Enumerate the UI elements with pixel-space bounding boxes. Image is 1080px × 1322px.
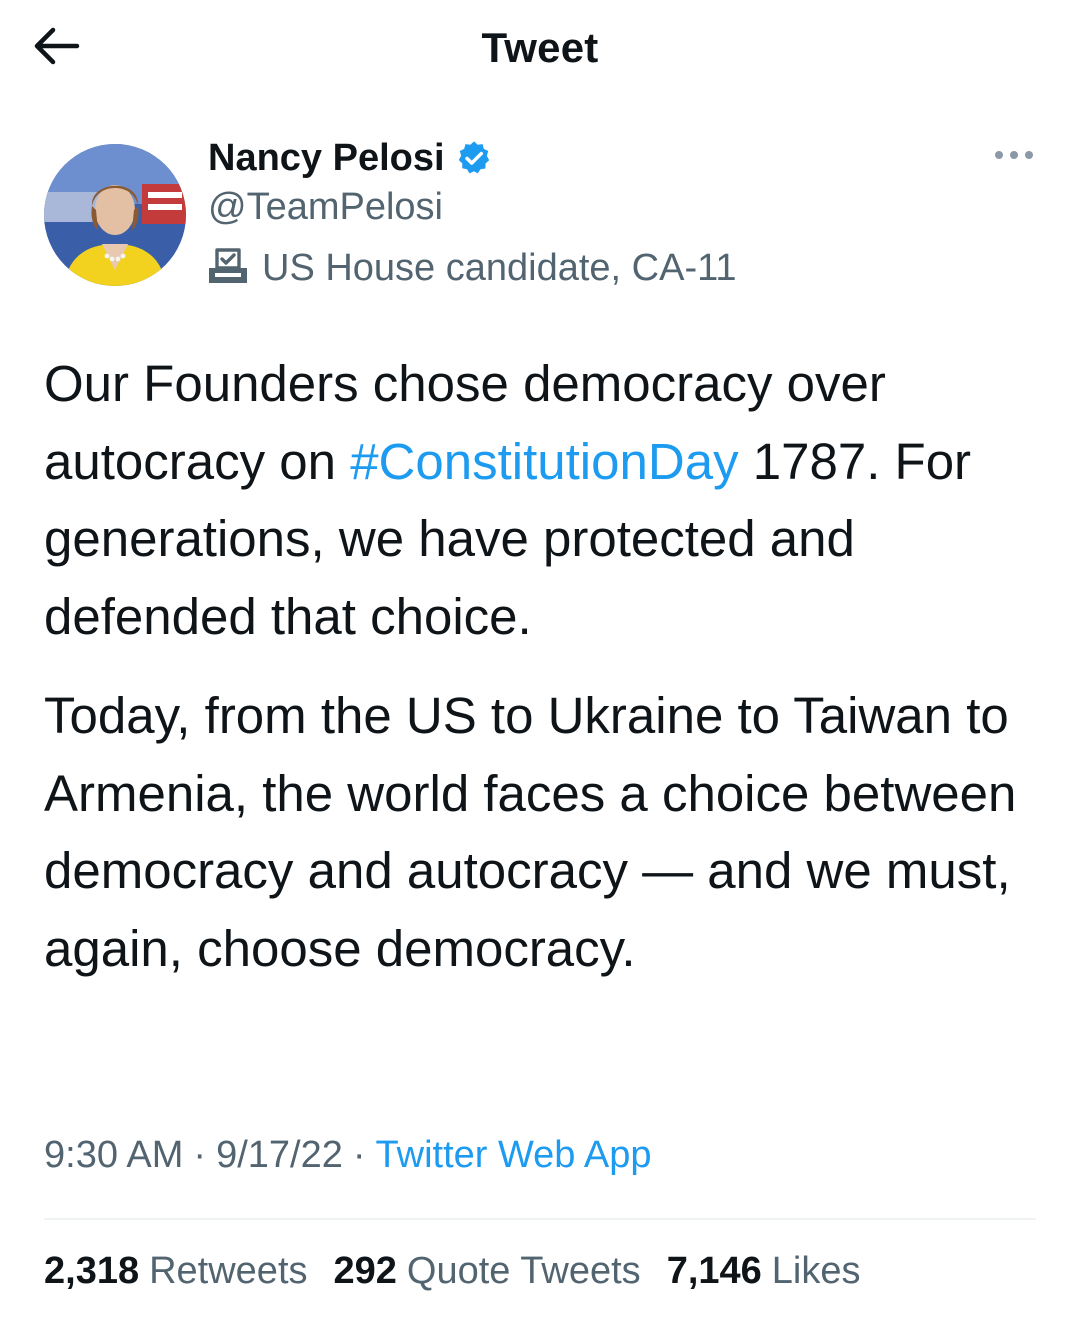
separator-dot: · (352, 1134, 366, 1176)
tweet-text: Our Founders chose democracy over autocr… (44, 345, 1054, 987)
quote-tweets-count: 292 (333, 1250, 397, 1292)
more-horizontal-icon (992, 148, 1036, 167)
divider (44, 1218, 1036, 1220)
avatar[interactable] (44, 144, 186, 286)
author-handle[interactable]: @TeamPelosi (208, 186, 443, 229)
tweet-date[interactable]: 9/17/22 (216, 1134, 343, 1176)
author-name: Nancy Pelosi (208, 136, 445, 179)
likes-count: 7,146 (666, 1250, 762, 1292)
quote-tweets-stat[interactable]: 292 Quote Tweets (334, 1250, 641, 1293)
verified-badge-icon (455, 139, 493, 177)
retweets-label: Retweets (149, 1250, 308, 1292)
retweets-count: 2,318 (44, 1250, 140, 1292)
engagement-stats: 2,318 Retweets 292 Quote Tweets 7,146 Likes (44, 1250, 861, 1293)
source-link[interactable]: Twitter Web App (376, 1134, 652, 1176)
hashtag-link[interactable]: #ConstitutionDay (350, 433, 738, 490)
tweet-paragraph-2: Today, from the US to Ukraine to Taiwan … (44, 687, 1017, 977)
label-text: US House candidate, CA-11 (262, 246, 737, 289)
tweet-paragraph-1: Our Founders chose democracy over autocr… (44, 345, 1054, 655)
top-bar: Tweet (0, 0, 1080, 100)
quote-tweets-label: Quote Tweets (406, 1250, 641, 1292)
retweets-stat[interactable]: 2,318 Retweets (44, 1250, 308, 1293)
author-name-link[interactable]: Nancy Pelosi (208, 134, 493, 182)
more-options-button[interactable] (984, 140, 1044, 174)
likes-stat[interactable]: 7,146 Likes (667, 1250, 861, 1293)
candidate-label: US House candidate, CA-11 (206, 244, 737, 292)
tweet-meta: 9:30 AM · 9/17/22 · Twitter Web App (44, 1134, 652, 1177)
separator-dot: · (193, 1134, 207, 1176)
likes-label: Likes (771, 1250, 861, 1292)
tweet-time[interactable]: 9:30 AM (44, 1134, 183, 1176)
page-title: Tweet (481, 24, 599, 71)
ballot-box-icon (206, 246, 250, 291)
